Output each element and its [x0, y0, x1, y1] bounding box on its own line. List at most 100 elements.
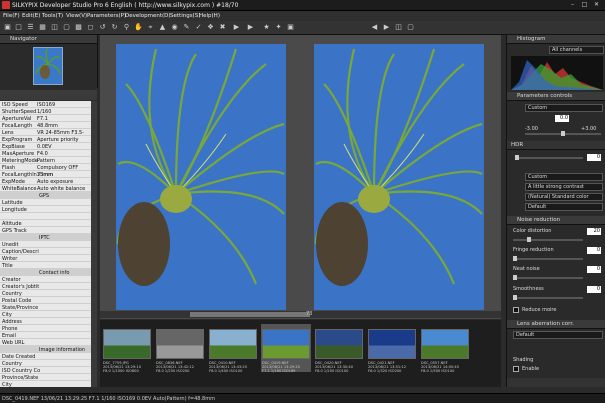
- exposure-preset-select[interactable]: Custom: [525, 104, 603, 112]
- viewer-scroll-thumb[interactable]: [190, 312, 310, 317]
- smoothness-value[interactable]: 0: [587, 286, 601, 293]
- menu-file[interactable]: File(F): [3, 13, 20, 19]
- menu-edit[interactable]: Edit(E): [22, 13, 40, 19]
- mark-icon[interactable]: ❖: [206, 23, 215, 32]
- list-view-icon[interactable]: ☰: [26, 23, 35, 32]
- fringe-reduction-slider[interactable]: [513, 256, 583, 261]
- compare-view-icon[interactable]: ◫: [50, 23, 59, 32]
- hand-icon[interactable]: ✋: [134, 23, 143, 32]
- info-icon[interactable]: ▣: [286, 23, 295, 32]
- thumbnail-image: [421, 329, 469, 359]
- brush-icon[interactable]: ✎: [182, 23, 191, 32]
- menu-settings[interactable]: Settings(S): [170, 13, 200, 19]
- exif-key: Email: [2, 332, 16, 339]
- rotate-left-icon[interactable]: ↺: [98, 23, 107, 32]
- right-control-panel: Histogram All channels Parameters contro…: [506, 35, 605, 387]
- crop-icon[interactable]: ⌖: [146, 23, 155, 32]
- viewer-hscrollbar[interactable]: 73: [100, 311, 501, 318]
- pin-icon[interactable]: ✦: [274, 23, 283, 32]
- thumbnail-item[interactable]: DSC_0420.NEF 2013/06/21 13:30:40 F8.0 1/20…: [314, 324, 364, 373]
- menu-development[interactable]: Development(D): [125, 13, 171, 19]
- straighten-icon[interactable]: ▲: [158, 23, 167, 32]
- reduce-moire-checkbox[interactable]: [513, 307, 519, 313]
- prev-icon[interactable]: ◀: [370, 23, 379, 32]
- exif-key: Postal Code: [2, 297, 32, 304]
- preview-image-before[interactable]: [116, 44, 286, 310]
- rotate-right-icon[interactable]: ↻: [110, 23, 119, 32]
- toolbar: ▣ □ ☰ ▦ ◫ ▢ ▩ ◻ ↺ ↻ ⚲ ✋ ⌖ ▲ ◉ ✎ ✓ ❖ ✖ ▶ …: [0, 21, 605, 35]
- color-distortion-slider[interactable]: [513, 237, 583, 242]
- sharpness-select[interactable]: Default: [525, 203, 603, 211]
- hdr-slider[interactable]: [515, 155, 583, 160]
- thumbnail-item[interactable]: DSC_0410.NEF 2013/06/21 13:43:25 F8.0 1/40…: [208, 324, 258, 373]
- print-icon[interactable]: ▢: [406, 23, 415, 32]
- batch-icon[interactable]: ▶: [246, 23, 255, 32]
- folder-icon[interactable]: □: [14, 23, 23, 32]
- exif-key: Creator's Jobtit: [2, 283, 40, 290]
- develop-icon[interactable]: ▶: [232, 23, 241, 32]
- zoom-icon[interactable]: ⚲: [122, 23, 131, 32]
- thumbnail-item[interactable]: DSC_7759.JPG 2013/06/21 13:29:10 F8.0 1/10…: [102, 324, 152, 373]
- minimize-icon[interactable]: –: [567, 1, 578, 9]
- exif-key: Altitude: [2, 220, 22, 227]
- color-distortion-value[interactable]: 20: [587, 228, 601, 235]
- histogram-channel-select[interactable]: All channels: [549, 46, 604, 54]
- exif-scrollbar[interactable]: [91, 101, 97, 387]
- thumbnail-image: [368, 329, 416, 359]
- thumbnail-item[interactable]: DSC_0557.NEF 2013/06/21 14:00:45 F8.0 1/50…: [420, 324, 470, 373]
- single-view-icon[interactable]: ▢: [62, 23, 71, 32]
- histogram-header[interactable]: Histogram: [507, 35, 605, 44]
- spot-icon[interactable]: ◉: [170, 23, 179, 32]
- window-title: SILKYPIX Developer Studio Pro 6 English …: [12, 2, 239, 9]
- thumbnail-item[interactable]: DSC_0836.NEF 2013/06/21 13:42:12 F8.0 1/25…: [155, 324, 205, 373]
- thumbnail-strip: DSC_7759.JPG 2013/06/21 13:29:10 F8.0 1/10…: [100, 320, 501, 387]
- exif-row[interactable]: City: [0, 381, 91, 388]
- exif-value: 0.0EV: [37, 143, 52, 150]
- lens-aberration-select[interactable]: Default: [513, 331, 603, 339]
- open-icon[interactable]: ▣: [3, 23, 12, 32]
- neat-noise-slider[interactable]: [513, 275, 583, 280]
- grid-view-icon[interactable]: ▦: [38, 23, 47, 32]
- exif-info-table: ISO Speed ISO169 ShutterSpeed 1/160 Aperture…: [0, 101, 91, 387]
- fringe-reduction-value[interactable]: 0: [587, 247, 601, 254]
- maximize-icon[interactable]: □: [579, 1, 590, 9]
- thumbnail-image: [209, 329, 257, 359]
- noise-reduction-title: Noise reduction: [517, 217, 561, 223]
- close-icon[interactable]: ✕: [591, 1, 602, 9]
- filmstrip-icon[interactable]: ▩: [74, 23, 83, 32]
- delete-icon[interactable]: ✖: [218, 23, 227, 32]
- exif-key: Country: [2, 360, 22, 367]
- neat-noise-value[interactable]: 0: [587, 266, 601, 273]
- noise-reduction-header[interactable]: Noise reduction: [507, 216, 605, 225]
- status-bar: DSC_0419.NEF 13/06/21 13:29:25 F7.1 1/16…: [0, 393, 605, 403]
- exposure-slider[interactable]: [525, 131, 601, 136]
- navigator-thumbnail[interactable]: [33, 47, 63, 85]
- exposure-value[interactable]: 0.0: [555, 115, 569, 122]
- thumbnail-caption-line: F8.0 1/320 ISO200: [368, 369, 402, 373]
- wb-picker-icon[interactable]: ✓: [194, 23, 203, 32]
- preview-image-after[interactable]: [314, 44, 484, 310]
- parameters-controls-header[interactable]: Parameters controls: [507, 92, 605, 101]
- contrast-select[interactable]: A little strong contrast: [525, 183, 603, 191]
- tone-preset-select[interactable]: Custom: [525, 173, 603, 181]
- star-icon[interactable]: ★: [262, 23, 271, 32]
- exposure-max: +3.00: [581, 126, 597, 132]
- hdr-value[interactable]: 0: [587, 154, 601, 161]
- menu-parameters[interactable]: Parameters(P): [87, 13, 126, 19]
- color-select[interactable]: (Natural) Standard color: [525, 193, 603, 201]
- exif-key: State/Province: [2, 304, 39, 311]
- thumbnail-item[interactable]: DSC_0421.NEF 2013/06/21 13:51:12 F8.0 1/32…: [367, 324, 417, 373]
- thumbnail-item[interactable]: DSC_0419.NEF 2013/06/21 13:29:25 F7.1 1/16…: [261, 324, 311, 373]
- menu-help[interactable]: Help(H): [199, 13, 220, 19]
- exif-key: City: [2, 311, 12, 318]
- menu-view[interactable]: View(V): [66, 13, 87, 19]
- before-after-icon[interactable]: ◫: [394, 23, 403, 32]
- histogram-graph: [511, 56, 603, 90]
- shading-enable-checkbox[interactable]: [513, 366, 519, 372]
- parameters-controls-title: Parameters controls: [517, 93, 573, 99]
- lens-aberration-header[interactable]: Lens aberration corr.: [507, 320, 605, 329]
- smoothness-slider[interactable]: [513, 295, 583, 300]
- fit-icon[interactable]: ◻: [86, 23, 95, 32]
- next-icon[interactable]: ▶: [382, 23, 391, 32]
- menu-tools[interactable]: Tools(T): [42, 13, 63, 19]
